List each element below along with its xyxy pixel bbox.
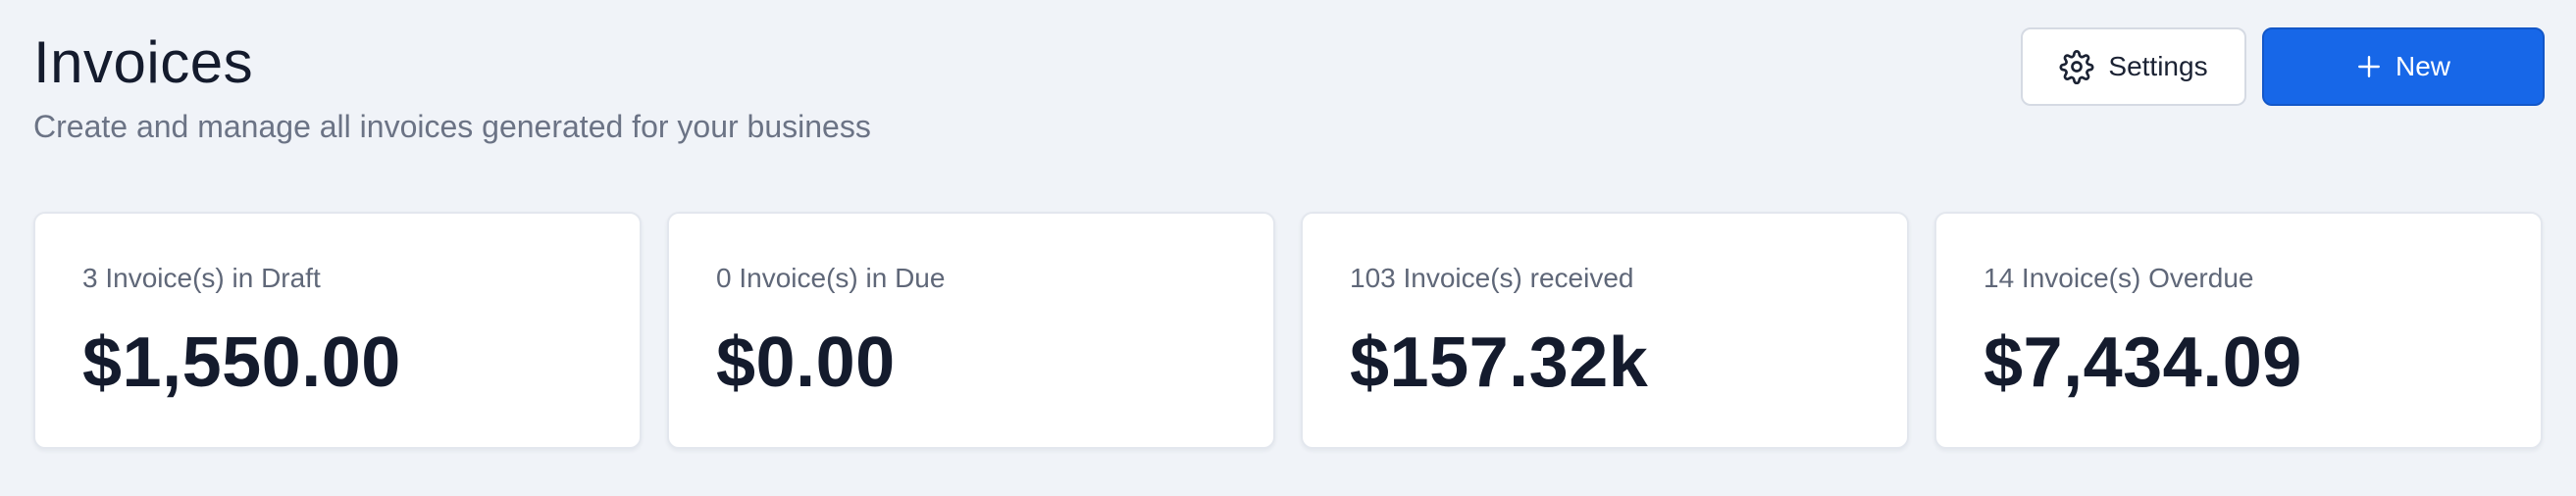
page-subtitle: Create and manage all invoices generated… [33, 109, 871, 144]
page-header: Invoices Create and manage all invoices … [33, 27, 1603, 144]
stat-label: 3 Invoice(s) in Draft [82, 263, 321, 293]
stat-value: $7,434.09 [1984, 323, 2302, 402]
stat-label: 103 Invoice(s) received [1350, 263, 1634, 293]
stat-label: 14 Invoice(s) Overdue [1984, 263, 2254, 293]
new-button-label: New [2395, 51, 2450, 81]
stat-card-overdue: 14 Invoice(s) Overdue $7,434.09 [1934, 212, 2543, 449]
stats-cards: 3 Invoice(s) in Draft $1,550.00 0 Invoic… [33, 212, 2543, 449]
stat-card-draft: 3 Invoice(s) in Draft $1,550.00 [33, 212, 642, 449]
stat-card-received: 103 Invoice(s) received $157.32k [1301, 212, 1909, 449]
header-actions: Settings New [2021, 27, 2545, 106]
stat-value: $1,550.00 [82, 323, 401, 402]
settings-button-label: Settings [2108, 51, 2208, 81]
stat-card-due: 0 Invoice(s) in Due $0.00 [667, 212, 1275, 449]
stat-value: $0.00 [716, 323, 896, 402]
stat-label: 0 Invoice(s) in Due [716, 263, 946, 293]
new-invoice-button[interactable]: New [2262, 27, 2545, 106]
settings-button[interactable]: Settings [2021, 27, 2246, 106]
page-title: Invoices [33, 29, 254, 95]
plus-icon [2356, 54, 2382, 79]
stat-value: $157.32k [1350, 323, 1649, 402]
gear-icon [2059, 49, 2094, 84]
